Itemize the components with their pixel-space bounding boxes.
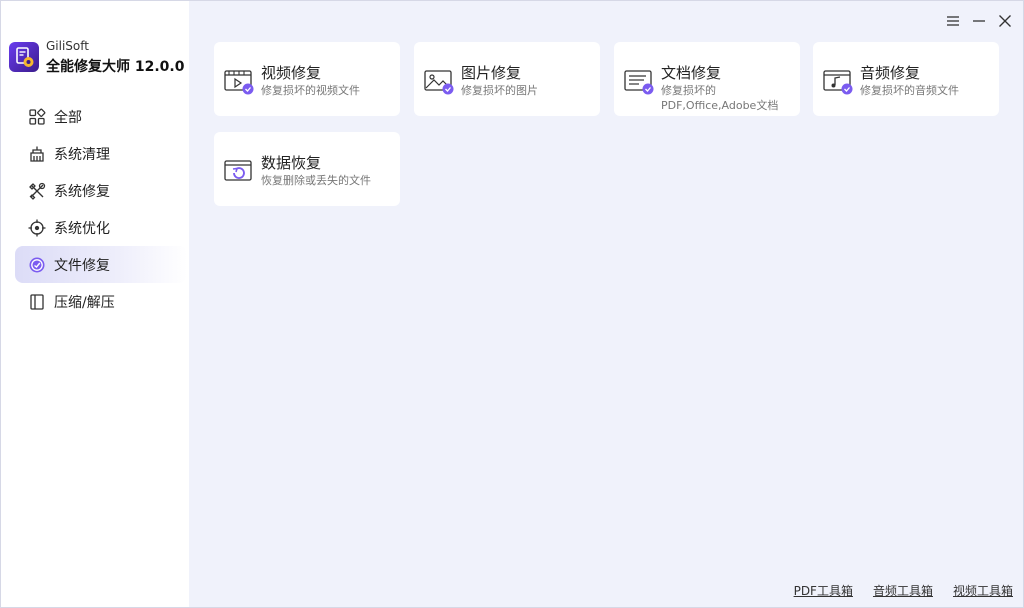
sidebar-item-compress[interactable]: 压缩/解压 xyxy=(15,283,187,320)
sidebar-item-label: 系统清理 xyxy=(54,146,110,163)
card-desc: 修复损坏的视频文件 xyxy=(261,84,360,97)
sidebar-item-label: 文件修复 xyxy=(54,257,110,274)
card-audio-repair[interactable]: 音频修复 修复损坏的音频文件 xyxy=(813,42,999,116)
card-desc: 修复损坏的音频文件 xyxy=(860,84,959,97)
card-desc: 修复损坏的PDF,Office,Adobe文档 xyxy=(661,84,779,112)
card-title: 文档修复 xyxy=(661,64,722,82)
card-video-repair[interactable]: 视频修复 修复损坏的视频文件 xyxy=(214,42,400,116)
close-icon xyxy=(999,15,1011,27)
target-icon xyxy=(27,218,47,238)
card-document-repair[interactable]: 文档修复 修复损坏的PDF,Office,Adobe文档 xyxy=(614,42,800,116)
image-repair-icon xyxy=(424,68,456,96)
broom-icon xyxy=(27,144,47,164)
data-recovery-icon xyxy=(224,158,256,186)
minimize-button[interactable] xyxy=(969,11,989,31)
app-window: GiliSoft 全能修复大师 12.0.0 全部 系统清理 系统修复 系统优化… xyxy=(0,0,1024,608)
card-desc: 修复损坏的图片 xyxy=(461,84,538,97)
pdf-tools-link[interactable]: PDF工具箱 xyxy=(794,582,853,599)
close-button[interactable] xyxy=(995,11,1015,31)
brand-company: GiliSoft xyxy=(46,39,89,53)
sidebar-item-label: 系统修复 xyxy=(54,183,110,200)
video-tools-link[interactable]: 视频工具箱 xyxy=(953,582,1013,599)
audio-tools-link[interactable]: 音频工具箱 xyxy=(873,582,933,599)
card-data-recovery[interactable]: 数据恢复 恢复删除或丢失的文件 xyxy=(214,132,400,206)
menu-button[interactable] xyxy=(943,11,963,31)
card-title: 视频修复 xyxy=(261,64,322,82)
sidebar-item-label: 压缩/解压 xyxy=(54,294,115,311)
sidebar-nav: 全部 系统清理 系统修复 系统优化 文件修复 压缩/解压 xyxy=(15,98,187,320)
app-logo-icon xyxy=(9,42,39,72)
sidebar-item-system-optimize[interactable]: 系统优化 xyxy=(15,209,187,246)
sidebar-item-system-clean[interactable]: 系统清理 xyxy=(15,135,187,172)
app-title: 全能修复大师 12.0.0 xyxy=(46,59,185,75)
card-title: 图片修复 xyxy=(461,64,522,82)
card-title: 音频修复 xyxy=(860,64,921,82)
sidebar-item-system-repair[interactable]: 系统修复 xyxy=(15,172,187,209)
brand: GiliSoft 全能修复大师 12.0.0 xyxy=(9,39,189,75)
minimize-icon xyxy=(973,20,985,22)
footer-links: PDF工具箱 音频工具箱 视频工具箱 xyxy=(794,582,1013,599)
card-desc: 恢复删除或丢失的文件 xyxy=(261,174,371,187)
file-repair-icon xyxy=(27,255,47,275)
sidebar-item-label: 全部 xyxy=(54,109,82,126)
tools-icon xyxy=(27,181,47,201)
video-repair-icon xyxy=(224,68,256,96)
grid-icon xyxy=(27,107,47,127)
sidebar: GiliSoft 全能修复大师 12.0.0 全部 系统清理 系统修复 系统优化… xyxy=(1,1,189,607)
audio-repair-icon xyxy=(823,68,855,96)
card-title: 数据恢复 xyxy=(261,154,322,172)
document-repair-icon xyxy=(624,68,656,96)
sidebar-item-label: 系统优化 xyxy=(54,220,110,237)
sidebar-item-file-repair[interactable]: 文件修复 xyxy=(15,246,187,283)
archive-icon xyxy=(27,292,47,312)
menu-icon xyxy=(947,16,959,26)
sidebar-item-all[interactable]: 全部 xyxy=(15,98,187,135)
card-image-repair[interactable]: 图片修复 修复损坏的图片 xyxy=(414,42,600,116)
